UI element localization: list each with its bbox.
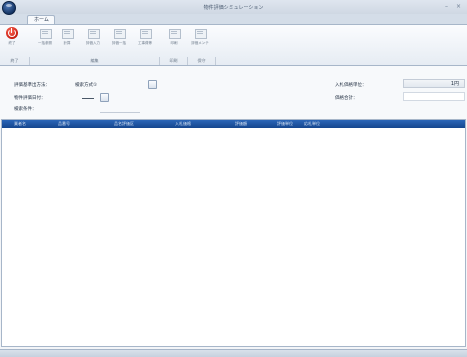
- print-icon: [168, 27, 181, 39]
- column-header[interactable]: 品番号: [58, 121, 70, 127]
- eval-maintenance-button[interactable]: 評価メンテ: [191, 27, 209, 53]
- ribbon: 終了 一括参照 計算 評価入力 評価一括 工事費等 印刷 評価メンテ 終了 編集…: [0, 24, 467, 66]
- group-edit: 編集: [30, 57, 160, 65]
- date-input[interactable]: [82, 98, 94, 99]
- method-value[interactable]: 検索方式①: [75, 82, 97, 88]
- date-label: 物件評価日付：: [14, 96, 46, 101]
- construction-cost-label: 工事費等: [138, 41, 152, 45]
- eval-batch-button[interactable]: 評価一括: [110, 27, 128, 53]
- settings-icon: [194, 27, 207, 39]
- grid-icon: [39, 27, 52, 39]
- power-icon: [6, 27, 18, 39]
- group-exit: 終了: [0, 57, 30, 65]
- tools-icon: [139, 27, 152, 39]
- eval-batch-label: 評価一括: [112, 41, 126, 45]
- column-header[interactable]: 評価額: [235, 121, 247, 127]
- eval-input-button[interactable]: 評価入力: [84, 27, 102, 53]
- results-grid[interactable]: 業者名 品番号 品名評価区 入札価格 評価額 評価単位 応札単位: [1, 119, 466, 347]
- condition-input[interactable]: [100, 112, 140, 113]
- unit-field[interactable]: 1円: [403, 79, 465, 88]
- method-label: 評価基準出方法：: [14, 83, 50, 88]
- ribbon-group-labels: 終了 編集 印刷 保守: [0, 57, 467, 65]
- filter-panel: 評価基準出方法： 検索方式① 物件評価日付： 検索条件： 入札価格単位： 1円 …: [0, 66, 467, 119]
- exit-label: 終了: [8, 41, 16, 45]
- column-header[interactable]: 応札単位: [304, 121, 320, 127]
- bulk-view-button[interactable]: 一括参照: [36, 27, 54, 53]
- calendar-button[interactable]: [100, 93, 109, 102]
- grid-header: 業者名 品番号 品名評価区 入札価格 評価額 評価単位 応札単位: [2, 120, 465, 128]
- construction-cost-button[interactable]: 工事費等: [136, 27, 154, 53]
- calc-icon: [61, 27, 74, 39]
- calculate-label: 計算: [63, 41, 71, 45]
- window-title: 物件評価シミュレーション: [203, 5, 264, 11]
- edit-icon: [87, 27, 100, 39]
- eval-maintenance-label: 評価メンテ: [191, 41, 209, 45]
- exit-button[interactable]: 終了: [3, 27, 21, 53]
- status-bar: [0, 349, 467, 357]
- method-picker-button[interactable]: [148, 80, 157, 89]
- total-field: [403, 92, 465, 101]
- column-header[interactable]: 業者名: [14, 121, 26, 127]
- calculate-button[interactable]: 計算: [58, 27, 76, 53]
- group-maintenance: 保守: [188, 57, 216, 65]
- print-label: 印刷: [170, 41, 178, 45]
- batch-icon: [113, 27, 126, 39]
- group-print: 印刷: [160, 57, 188, 65]
- close-button[interactable]: ×: [456, 3, 461, 10]
- eval-input-label: 評価入力: [86, 41, 100, 45]
- total-label: 価格合計：: [335, 96, 358, 101]
- minimize-button[interactable]: –: [445, 3, 448, 10]
- app-menu-button[interactable]: [2, 1, 16, 15]
- ribbon-tabstrip: ホーム: [0, 14, 467, 25]
- unit-label: 入札価格単位：: [335, 83, 367, 88]
- bulk-view-label: 一括参照: [38, 41, 52, 45]
- column-header[interactable]: 評価単位: [277, 121, 293, 127]
- print-button[interactable]: 印刷: [165, 27, 183, 53]
- column-header[interactable]: 品名評価区: [114, 121, 134, 127]
- column-header[interactable]: 入札価格: [175, 121, 191, 127]
- condition-label: 検索条件：: [14, 107, 37, 112]
- title-bar: 物件評価シミュレーション – ×: [0, 0, 467, 14]
